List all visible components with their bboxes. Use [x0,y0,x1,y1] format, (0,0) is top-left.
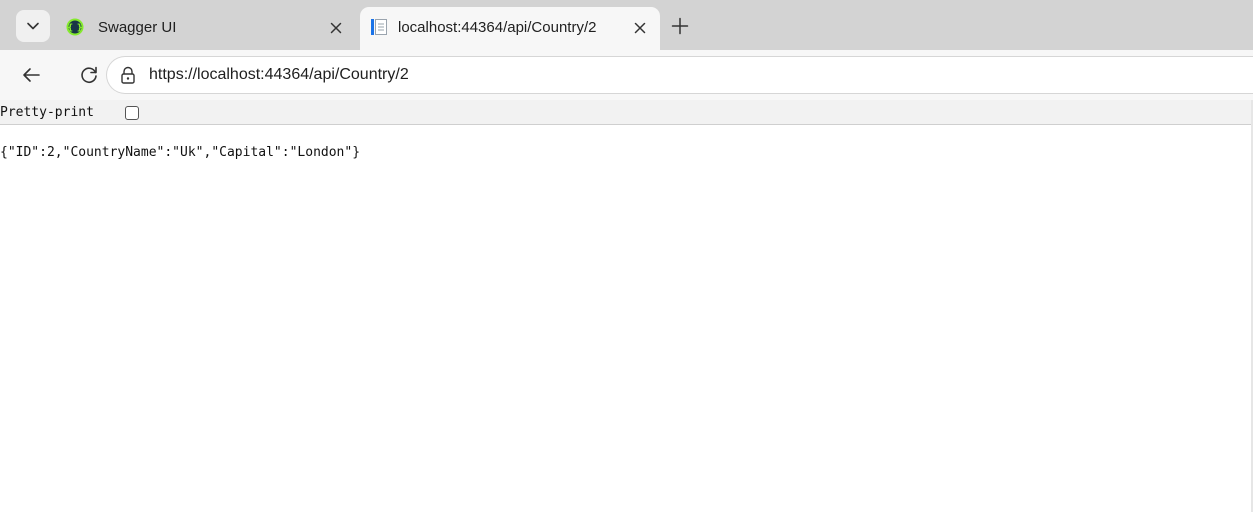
chevron-down-icon [27,22,39,30]
tab-swagger-ui[interactable]: { } Swagger UI [56,7,356,50]
close-icon[interactable] [326,18,346,38]
swagger-logo-icon: { } [66,18,84,36]
svg-text:{ }: { } [67,24,83,34]
reload-button[interactable] [74,60,104,90]
browser-toolbar: https://localhost:44364/api/Country/2 [0,50,1253,100]
document-icon [370,18,388,36]
tab-title: localhost:44364/api/Country/2 [398,19,597,36]
pretty-print-bar: Pretty-print [0,100,1253,125]
tab-country-api[interactable]: localhost:44364/api/Country/2 [360,7,660,50]
plus-icon [671,17,689,35]
tab-title: Swagger UI [98,19,177,36]
back-arrow-icon [23,68,40,82]
close-icon[interactable] [630,18,650,38]
address-bar[interactable]: https://localhost:44364/api/Country/2 [106,56,1253,94]
tab-strip: { } Swagger UI localhost:44364/api/Count… [0,0,1253,50]
lock-icon[interactable] [119,66,137,84]
json-response: {"ID":2,"CountryName":"Uk","Capital":"Lo… [0,145,361,160]
reload-icon [81,66,97,83]
new-tab-button[interactable] [666,12,694,40]
url-text: https://localhost:44364/api/Country/2 [149,66,409,83]
back-button[interactable] [16,60,46,90]
tab-search-button[interactable] [16,10,50,42]
pretty-print-checkbox[interactable] [125,106,139,120]
pretty-print-label: Pretty-print [0,105,94,120]
